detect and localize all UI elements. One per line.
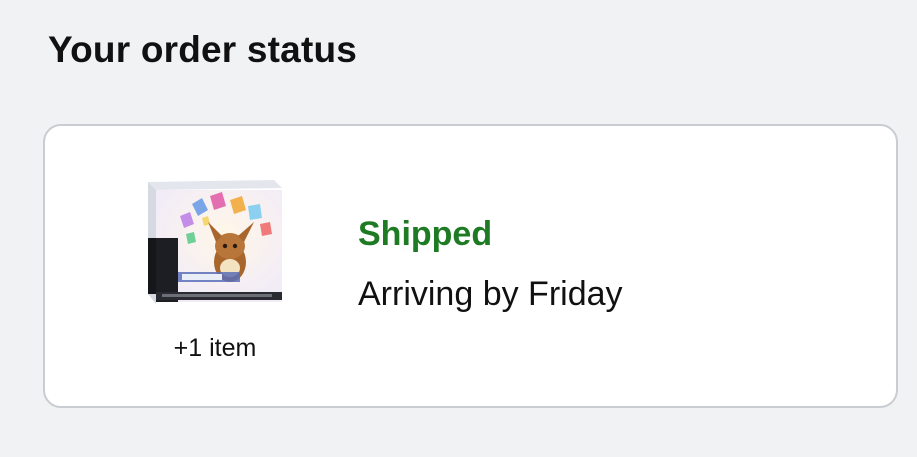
shipping-status: Shipped <box>358 215 493 253</box>
order-status-card[interactable]: +1 item Shipped Arriving by Friday <box>43 124 898 408</box>
additional-items-count: +1 item <box>173 334 257 362</box>
page-title: Your order status <box>48 29 358 70</box>
product-thumbnail <box>148 180 282 304</box>
arrival-estimate: Arriving by Friday <box>358 275 623 313</box>
